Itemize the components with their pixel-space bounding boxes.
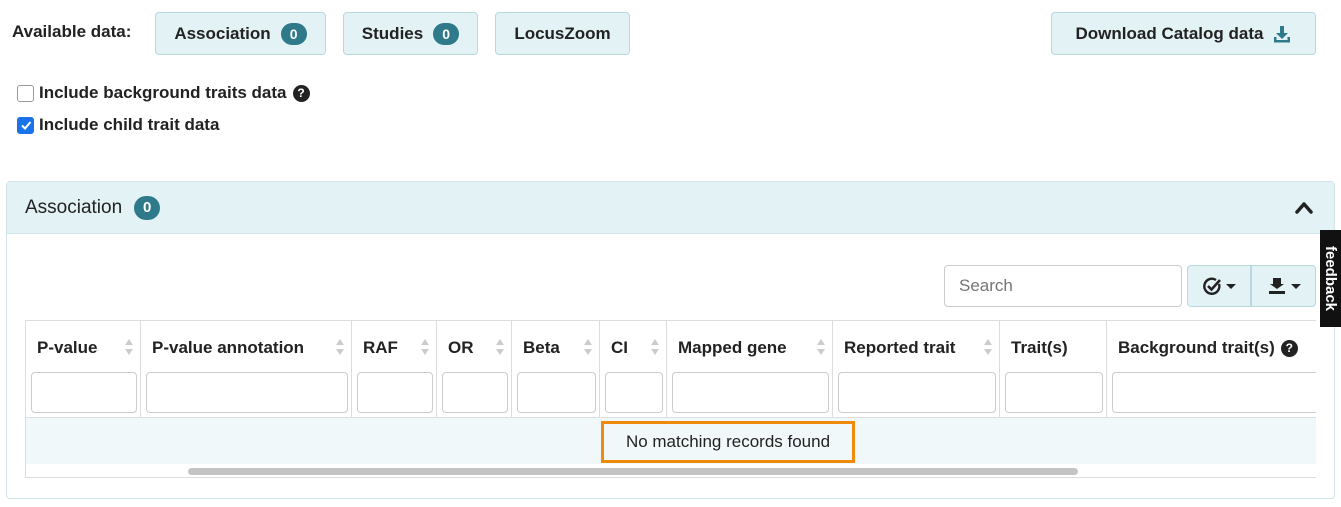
child-traits-option[interactable]: Include child trait data — [17, 115, 219, 135]
column-filter-input[interactable] — [357, 372, 433, 413]
feedback-tab[interactable]: feedback — [1320, 230, 1341, 327]
help-icon[interactable]: ? — [292, 84, 310, 102]
no-records-message: No matching records found — [601, 421, 855, 463]
association-button[interactable]: Association 0 — [155, 12, 326, 55]
column-filter-input[interactable] — [1112, 372, 1316, 413]
column-filter-input[interactable] — [517, 372, 596, 413]
column-label: Trait(s) — [1011, 338, 1068, 357]
sort-icon — [125, 339, 133, 355]
sort-icon — [817, 339, 825, 355]
association-panel-header[interactable]: Association 0 — [7, 182, 1334, 234]
column-label: RAF — [363, 338, 398, 357]
column-label: P-value — [37, 338, 98, 357]
empty-table-row: No matching records found — [26, 417, 1316, 464]
available-data-label: Available data: — [12, 22, 132, 41]
column-label: CI — [611, 338, 628, 357]
column-filter-input[interactable] — [672, 372, 829, 413]
locuszoom-button-label: LocusZoom — [514, 23, 611, 43]
export-button[interactable] — [1251, 265, 1316, 307]
background-traits-label: Include background traits data — [39, 83, 287, 102]
chevron-up-icon[interactable] — [1294, 198, 1314, 218]
studies-count-badge: 0 — [433, 22, 460, 45]
columns-toggle-button[interactable] — [1187, 265, 1251, 307]
column-label-wrap: Background trait(s) ? — [1118, 338, 1298, 358]
column-label: Beta — [523, 338, 560, 357]
locuszoom-button[interactable]: LocusZoom — [495, 12, 630, 55]
available-data-bar: Available data: Association 0 Studies 0 … — [0, 0, 1341, 66]
sort-icon — [421, 339, 429, 355]
association-button-label: Association — [174, 23, 271, 43]
column-label: P-value annotation — [152, 338, 305, 357]
checkmark-icon — [20, 121, 31, 130]
studies-button[interactable]: Studies 0 — [343, 12, 478, 55]
column-label: Reported trait — [844, 338, 956, 357]
column-label: Background trait(s) — [1118, 338, 1275, 357]
column-header-ci[interactable]: CI — [600, 321, 667, 417]
background-traits-checkbox[interactable] — [17, 84, 34, 102]
column-header-p-value-annotation[interactable]: P-value annotation — [141, 321, 352, 417]
column-header-beta[interactable]: Beta — [512, 321, 600, 417]
sort-icon — [336, 339, 344, 355]
sort-icon — [984, 339, 992, 355]
sort-icon — [496, 339, 504, 355]
help-icon[interactable]: ? — [1280, 339, 1298, 357]
horizontal-scrollbar[interactable] — [188, 468, 1078, 475]
caret-down-icon — [1290, 283, 1301, 289]
column-header-traits[interactable]: Trait(s) — [1000, 321, 1107, 417]
panel-count-badge: 0 — [134, 195, 161, 220]
column-header-p-value[interactable]: P-value — [26, 321, 141, 417]
search-input[interactable] — [944, 265, 1182, 307]
export-icon — [1268, 278, 1285, 294]
column-filter-input[interactable] — [442, 372, 508, 413]
column-header-mapped-gene[interactable]: Mapped gene — [667, 321, 833, 417]
child-traits-checkbox[interactable] — [17, 116, 34, 134]
column-header-reported-trait[interactable]: Reported trait — [833, 321, 1000, 417]
sort-icon — [584, 339, 592, 355]
sort-icon — [651, 339, 659, 355]
caret-down-icon — [1226, 283, 1236, 289]
column-header-background-traits[interactable]: Background trait(s) ? — [1107, 321, 1316, 417]
feedback-label: feedback — [1322, 245, 1340, 312]
download-catalog-label: Download Catalog data — [1075, 23, 1264, 43]
panel-title: Association — [25, 196, 123, 218]
column-header-or[interactable]: OR — [437, 321, 512, 417]
check-circle-icon — [1203, 277, 1221, 295]
association-count-badge: 0 — [280, 22, 307, 45]
child-traits-label: Include child trait data — [39, 115, 220, 134]
download-catalog-button[interactable]: Download Catalog data — [1051, 12, 1316, 55]
background-traits-option[interactable]: Include background traits data ? — [17, 83, 310, 103]
column-filter-input[interactable] — [838, 372, 996, 413]
association-table: P-value P-value annotation RAF OR Beta C… — [25, 320, 1316, 478]
column-label: OR — [448, 338, 474, 357]
column-header-raf[interactable]: RAF — [352, 321, 437, 417]
download-icon — [1274, 25, 1291, 42]
column-filter-input[interactable] — [31, 372, 137, 413]
column-filter-input[interactable] — [605, 372, 663, 413]
column-filter-input[interactable] — [1005, 372, 1103, 413]
column-filter-input[interactable] — [146, 372, 348, 413]
column-label: Mapped gene — [678, 338, 787, 357]
studies-button-label: Studies — [361, 23, 424, 43]
